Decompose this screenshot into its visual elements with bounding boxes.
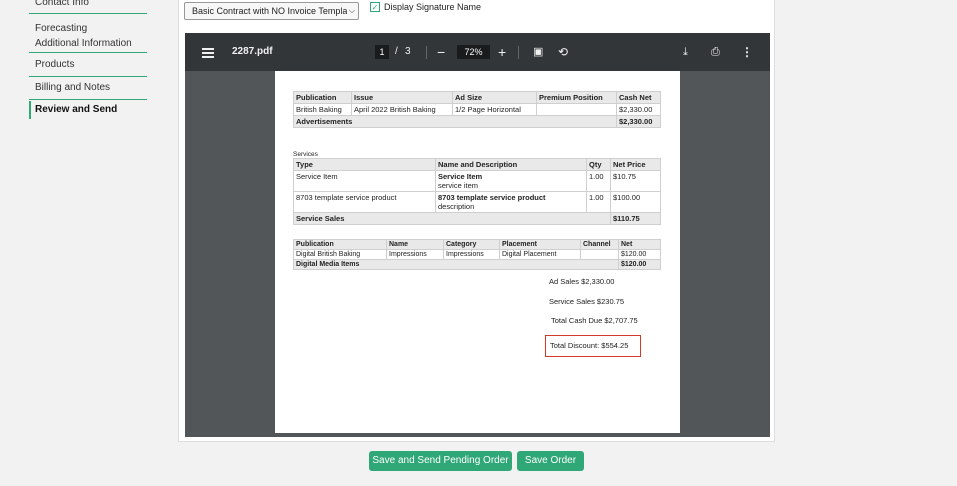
table-cell: British Baking	[293, 103, 352, 116]
table-cell: Impressions	[443, 249, 500, 260]
pdf-viewer[interactable]: 2287.pdf 1 / 3 − 72% + ▣ ⟲ ⤓ ⎙ ⋮ Publica…	[185, 33, 770, 437]
total-cash-due: Total Cash Due $2,707.75	[551, 316, 638, 325]
pdf-filename: 2287.pdf	[232, 46, 273, 57]
table-cell: April 2022 British Baking	[351, 103, 453, 116]
column-header: Issue	[351, 91, 453, 104]
sidebar-item-products[interactable]: Products	[29, 57, 147, 77]
table-cell: 1.00	[586, 170, 611, 192]
column-header: Category	[443, 239, 500, 250]
column-header: Placement	[499, 239, 581, 250]
rotate-icon[interactable]: ⟲	[558, 33, 568, 71]
signature-label: Display Signature Name	[384, 2, 482, 12]
column-header: Type	[293, 158, 436, 171]
table-cell: 1/2 Page Horizontal	[452, 103, 537, 116]
signature-checkbox[interactable]: ✓	[370, 2, 380, 12]
toolbar-divider	[426, 46, 427, 59]
column-header: Publication	[293, 239, 387, 250]
service-name: Service Item	[438, 172, 483, 181]
summary-label: Digital Media Items	[293, 259, 619, 270]
services-table: Type Name and Description Qty Net Price …	[293, 158, 661, 225]
table-cell: Digital British Baking	[293, 249, 387, 260]
column-header: Ad Size	[452, 91, 537, 104]
table-cell: Service Item	[293, 170, 436, 192]
table-cell: $10.75	[610, 170, 661, 192]
save-order-button[interactable]: Save Order	[517, 451, 584, 471]
display-signature-toggle[interactable]: ✓ Display Signature Name	[370, 2, 481, 12]
sidebar-item-label: Forecasting	[35, 23, 88, 34]
toolbar-divider	[518, 46, 519, 59]
print-icon[interactable]: ⎙	[711, 33, 720, 71]
sidebar-item-forecasting[interactable]: Forecasting Additional Information	[29, 21, 147, 53]
table-cell: $120.00	[618, 249, 661, 260]
template-select-value: Basic Contract with NO Invoice Templat	[192, 6, 350, 16]
pdf-toolbar: 2287.pdf 1 / 3 − 72% + ▣ ⟲ ⤓ ⎙ ⋮	[185, 33, 770, 71]
digital-media-table: Publication Name Category Placement Chan…	[293, 239, 661, 270]
more-options-icon[interactable]: ⋮	[741, 33, 753, 71]
total-pages: 3	[405, 46, 411, 57]
ad-sales-total: Ad Sales $2,330.00	[549, 277, 615, 286]
column-header: Net	[618, 239, 661, 250]
table-row: Service Item Service Item service item 1…	[293, 170, 661, 192]
summary-value: $110.75	[610, 212, 661, 225]
table-cell	[536, 103, 617, 116]
column-header: Channel	[580, 239, 619, 250]
zoom-out-icon[interactable]: −	[437, 33, 445, 71]
sidebar-item-label: Additional Information	[35, 38, 132, 49]
summary-value: $120.00	[618, 259, 661, 270]
column-header: Cash Net	[616, 91, 661, 104]
zoom-level-input[interactable]: 72%	[457, 45, 490, 59]
chevron-down-icon: ⌵	[346, 3, 355, 19]
service-description: service item	[438, 181, 479, 190]
summary-value: $2,330.00	[616, 115, 661, 128]
table-row: 8703 template service product 8703 templ…	[293, 191, 661, 213]
column-header: Net Price	[610, 158, 661, 171]
table-header-row: Type Name and Description Qty Net Price	[293, 158, 661, 171]
column-header: Name and Description	[435, 158, 587, 171]
advertisements-table: Publication Issue Ad Size Premium Positi…	[293, 91, 661, 128]
table-cell: Impressions	[386, 249, 444, 260]
download-icon[interactable]: ⤓	[683, 33, 688, 71]
column-header: Premium Position	[536, 91, 617, 104]
save-and-send-button[interactable]: Save and Send Pending Order	[369, 451, 512, 471]
fit-page-icon[interactable]: ▣	[533, 33, 543, 71]
service-description: description	[438, 202, 475, 211]
table-cell: 8703 template service product	[293, 191, 436, 213]
summary-row: Service Sales $110.75	[293, 212, 661, 225]
table-cell: 8703 template service product descriptio…	[435, 191, 587, 213]
pdf-page: Publication Issue Ad Size Premium Positi…	[275, 71, 680, 433]
table-row: Digital British Baking Impressions Impre…	[293, 249, 661, 260]
sidebar-item-billing-and-notes[interactable]: Billing and Notes	[29, 80, 147, 100]
table-cell: $100.00	[610, 191, 661, 213]
page-separator: /	[395, 46, 398, 57]
table-cell: $2,330.00	[616, 103, 661, 116]
table-row: British Baking April 2022 British Baking…	[293, 103, 661, 116]
menu-icon[interactable]	[202, 33, 216, 71]
table-header-row: Publication Name Category Placement Chan…	[293, 239, 661, 250]
column-header: Name	[386, 239, 444, 250]
table-cell: Service Item service item	[435, 170, 587, 192]
template-select[interactable]: Basic Contract with NO Invoice Templat ⌵	[184, 2, 359, 20]
total-discount-highlight: Total Discount: $554.25	[545, 335, 641, 357]
table-cell	[580, 249, 619, 260]
sidebar-item-contact-info[interactable]: Contact Info	[29, 0, 147, 14]
column-header: Publication	[293, 91, 352, 104]
zoom-in-icon[interactable]: +	[498, 33, 506, 71]
summary-label: Service Sales	[293, 212, 611, 225]
table-cell: 1.00	[586, 191, 611, 213]
table-cell: Digital Placement	[499, 249, 581, 260]
services-section-label: Services	[293, 151, 318, 158]
summary-row: Advertisements $2,330.00	[293, 115, 661, 128]
page-number-input[interactable]: 1	[375, 45, 389, 59]
table-header-row: Publication Issue Ad Size Premium Positi…	[293, 91, 661, 104]
summary-label: Advertisements	[293, 115, 617, 128]
summary-row: Digital Media Items $120.00	[293, 259, 661, 270]
column-header: Qty	[586, 158, 611, 171]
service-name: 8703 template service product	[438, 193, 546, 202]
sidebar-item-review-and-send[interactable]: Review and Send	[29, 101, 147, 119]
service-sales-total: Service Sales $230.75	[549, 297, 625, 306]
